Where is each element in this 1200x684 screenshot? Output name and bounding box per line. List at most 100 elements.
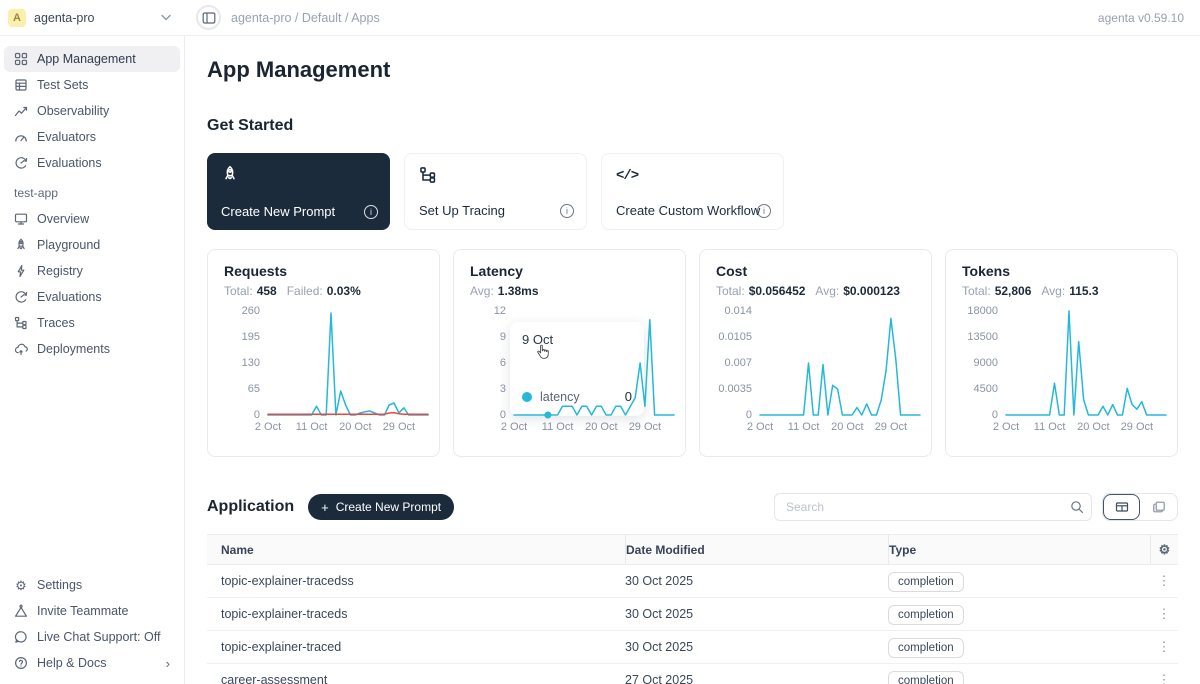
info-icon[interactable]: i: [364, 205, 378, 219]
breadcrumb[interactable]: agenta-pro / Default / Apps: [231, 11, 380, 25]
sidebar-item-live-chat-support[interactable]: Live Chat Support: Off: [4, 624, 180, 650]
sidebar-item-label: Invite Teammate: [37, 604, 128, 618]
tokens-chart[interactable]: [1006, 311, 1166, 415]
create-new-prompt-button[interactable]: + Create New Prompt: [308, 494, 454, 520]
application-header: Application + Create New Prompt: [207, 493, 1178, 521]
chevron-down-icon: [161, 14, 171, 21]
x-tick: 20 Oct: [1077, 421, 1109, 433]
sidebar-item-label: Settings: [37, 578, 82, 592]
sidebar-item-label: Deployments: [37, 342, 110, 356]
row-date: 30 Oct 2025: [625, 640, 888, 654]
sidebar: App Management Test Sets Observability E…: [0, 36, 185, 684]
chevron-right-icon: ›: [166, 657, 170, 670]
sidebar-item-label: App Management: [37, 52, 136, 66]
row-menu-button[interactable]: ⋮: [1154, 639, 1175, 655]
tracing-tree-icon: [419, 171, 437, 188]
sidebar-item-label: Playground: [37, 238, 100, 252]
x-tick: 2 Oct: [501, 421, 527, 433]
card-view-button[interactable]: [1140, 494, 1177, 520]
y-tick: 9: [500, 331, 506, 343]
sidebar-item-label: Overview: [37, 212, 89, 226]
x-tick: 11 Oct: [296, 421, 328, 433]
top-bar: A agenta-pro agenta-pro / Default / Apps…: [0, 0, 1200, 36]
y-tick: 260: [242, 305, 260, 317]
y-tick: 0: [746, 409, 752, 421]
sidebar-item-evaluations-app[interactable]: Evaluations: [4, 284, 180, 310]
sidebar-item-invite-teammate[interactable]: Invite Teammate: [4, 598, 180, 624]
sidebar-item-deployments[interactable]: Deployments: [4, 336, 180, 362]
x-tick: 29 Oct: [629, 421, 661, 433]
row-name: topic-explainer-traceds: [207, 607, 625, 621]
search-input[interactable]: [774, 493, 1092, 521]
create-new-prompt-card[interactable]: Create New Prompt i: [207, 153, 390, 230]
grid-icon: [14, 52, 28, 66]
set-up-tracing-card[interactable]: Set Up Tracing i: [404, 153, 587, 230]
view-toggle: [1102, 493, 1178, 521]
sidebar-item-settings[interactable]: ⚙ Settings: [4, 572, 180, 598]
info-icon[interactable]: i: [757, 204, 771, 218]
hover-marker: [544, 412, 551, 419]
column-header-date-modified: Date Modified: [625, 535, 888, 564]
requests-chart-svg: [268, 311, 428, 415]
info-icon[interactable]: i: [560, 204, 574, 218]
metrics-cards: Requests Total:458 Failed:0.03% 26019513…: [207, 249, 1178, 457]
rocket-icon: [14, 238, 28, 252]
y-tick: 65: [248, 383, 260, 395]
table-header: Name Date Modified Type ⚙: [207, 534, 1178, 565]
trend-chart-icon: [14, 104, 28, 118]
chart-title: Cost: [716, 263, 915, 279]
collapse-sidebar-button[interactable]: [196, 5, 221, 30]
sidebar-item-playground[interactable]: Playground: [4, 232, 180, 258]
table-row[interactable]: topic-explainer-traced 30 Oct 2025 compl…: [207, 631, 1178, 664]
lightning-icon: [14, 264, 28, 278]
y-tick: 3: [500, 383, 506, 395]
column-settings-gear-icon[interactable]: ⚙: [1159, 542, 1171, 558]
sidebar-item-label: Help & Docs: [37, 656, 106, 670]
invite-teammate-icon: [14, 604, 28, 618]
table-view-button[interactable]: [1103, 494, 1140, 520]
sidebar-item-evaluations[interactable]: Evaluations: [4, 150, 180, 176]
sidebar-item-test-sets[interactable]: Test Sets: [4, 72, 180, 98]
y-tick: 130: [242, 357, 260, 369]
type-badge: completion: [888, 671, 964, 684]
sidebar-section-label: test-app: [4, 176, 180, 206]
latency-card: Latency Avg:1.38ms 129630 2 Oct11 Oct20 …: [453, 249, 686, 457]
row-menu-button[interactable]: ⋮: [1154, 672, 1175, 684]
x-tick: 11 Oct: [1034, 421, 1066, 433]
sidebar-item-app-management[interactable]: App Management: [4, 46, 180, 72]
line-requests: [268, 313, 428, 415]
workspace-selector[interactable]: A agenta-pro: [0, 9, 185, 27]
x-axis: 2 Oct11 Oct20 Oct29 Oct: [514, 421, 674, 435]
sidebar-item-traces[interactable]: Traces: [4, 310, 180, 336]
y-tick: 9000: [974, 357, 998, 369]
row-menu-button[interactable]: ⋮: [1154, 606, 1175, 622]
sidebar-item-overview[interactable]: Overview: [4, 206, 180, 232]
rocket-icon: [221, 170, 239, 187]
table-view-icon: [1115, 500, 1129, 514]
y-axis: 129630: [470, 311, 506, 415]
row-menu-button[interactable]: ⋮: [1154, 573, 1175, 589]
app-version: agenta v0.59.10: [1098, 11, 1184, 25]
sidebar-item-help-docs[interactable]: Help & Docs ›: [4, 650, 180, 676]
row-date: 30 Oct 2025: [625, 607, 888, 621]
cost-chart[interactable]: [760, 311, 920, 415]
sidebar-item-observability[interactable]: Observability: [4, 98, 180, 124]
x-tick: 20 Oct: [585, 421, 617, 433]
row-date: 27 Oct 2025: [625, 673, 888, 684]
y-axis: 0.0140.01050.0070.00350: [716, 311, 752, 415]
table-row[interactable]: topic-explainer-tracedss 30 Oct 2025 com…: [207, 565, 1178, 598]
requests-chart[interactable]: [268, 311, 428, 415]
mouse-cursor: [536, 344, 551, 366]
table-icon: [14, 78, 28, 92]
table-row[interactable]: topic-explainer-traceds 30 Oct 2025 comp…: [207, 598, 1178, 631]
get-started-cards: Create New Prompt i Set Up Tracing i </>…: [207, 153, 1178, 230]
table-row[interactable]: career-assessment 27 Oct 2025 completion…: [207, 664, 1178, 684]
x-axis: 2 Oct11 Oct20 Oct29 Oct: [760, 421, 920, 435]
y-tick: 13500: [967, 331, 998, 343]
search-icon[interactable]: [1070, 500, 1084, 514]
line-latency: [514, 320, 674, 415]
sidebar-item-evaluators[interactable]: Evaluators: [4, 124, 180, 150]
sidebar-item-label: Evaluations: [37, 290, 102, 304]
sidebar-item-registry[interactable]: Registry: [4, 258, 180, 284]
create-custom-workflow-card[interactable]: </> Create Custom Workflow i: [601, 153, 784, 230]
